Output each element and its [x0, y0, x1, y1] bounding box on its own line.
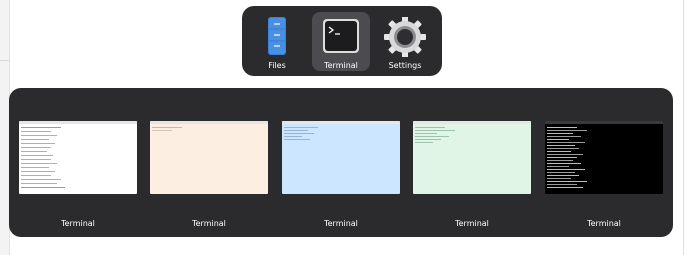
thumbnail-titlebar — [150, 121, 268, 124]
window-label-2: Terminal — [192, 219, 226, 228]
app-label-files: Files — [268, 61, 286, 70]
app-terminal[interactable]: Terminal — [312, 12, 370, 71]
app-label-settings: Settings — [388, 61, 422, 70]
window-label-1: Terminal — [61, 219, 95, 228]
window-thumbnail-5[interactable] — [545, 121, 663, 194]
background-window-border — [683, 0, 684, 255]
terminal-icon — [323, 19, 359, 53]
window-thumbnail-3[interactable] — [282, 121, 400, 194]
window-thumbnail-2[interactable] — [150, 121, 268, 194]
window-label-4: Terminal — [455, 219, 489, 228]
thumbnail-titlebar — [545, 121, 663, 124]
files-icon — [268, 17, 286, 55]
app-switcher: Files Terminal Settings — [242, 6, 442, 76]
active-indicator-icon — [99, 70, 105, 73]
app-label-terminal: Terminal — [324, 61, 358, 70]
window-label-3: Terminal — [324, 219, 358, 228]
window-overview: Terminal Terminal Terminal Terminal Term… — [9, 88, 673, 237]
window-label-5: Terminal — [587, 219, 621, 228]
thumbnail-titlebar — [282, 121, 400, 124]
window-thumbnail-1[interactable] — [19, 121, 137, 194]
background-window-divider — [0, 60, 9, 61]
window-thumbnail-4[interactable] — [413, 121, 531, 194]
settings-gear-icon — [384, 17, 426, 57]
thumbnail-titlebar — [19, 121, 137, 124]
app-settings[interactable]: Settings — [376, 12, 434, 71]
thumbnail-titlebar — [413, 121, 531, 124]
app-files[interactable]: Files — [248, 12, 306, 71]
